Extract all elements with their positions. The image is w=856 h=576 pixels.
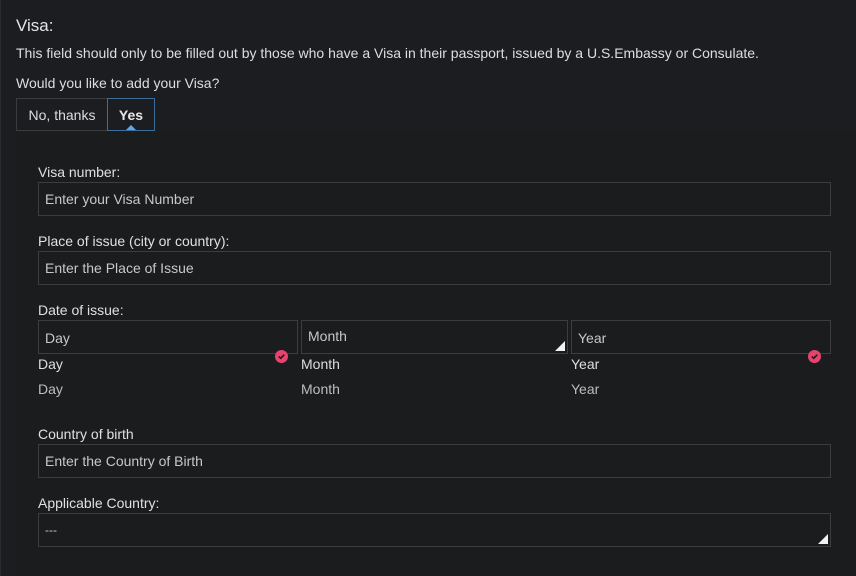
country-of-birth-input[interactable]: Enter the Country of Birth xyxy=(38,444,831,478)
visa-number-input[interactable]: Enter your Visa Number xyxy=(38,182,831,216)
year-option[interactable]: Year xyxy=(571,356,599,372)
left-border xyxy=(0,0,1,576)
day-option[interactable]: Day xyxy=(38,356,63,372)
section-title: Visa: xyxy=(16,16,54,35)
resize-handle-icon[interactable] xyxy=(818,534,828,544)
year-valid-check-icon xyxy=(808,350,821,363)
day-option[interactable]: Day xyxy=(38,381,63,397)
resize-handle-icon[interactable] xyxy=(555,341,565,351)
country-of-birth-label: Country of birth xyxy=(38,426,134,442)
section-description: This field should only to be filled out … xyxy=(16,45,759,61)
date-of-issue-label: Date of issue: xyxy=(38,302,124,318)
yes-button[interactable]: Yes xyxy=(107,98,155,131)
country-of-birth-placeholder: Enter the Country of Birth xyxy=(45,453,203,469)
place-of-issue-placeholder: Enter the Place of Issue xyxy=(45,260,194,276)
visa-number-label: Visa number: xyxy=(38,164,121,180)
place-of-issue-input[interactable]: Enter the Place of Issue xyxy=(38,251,831,285)
no-thanks-label: No, thanks xyxy=(28,106,96,123)
day-value: Day xyxy=(45,330,70,346)
day-select[interactable]: Day xyxy=(38,320,298,354)
month-option[interactable]: Month xyxy=(301,356,340,372)
visa-number-placeholder: Enter your Visa Number xyxy=(45,191,195,207)
applicable-country-label: Applicable Country: xyxy=(38,495,160,511)
place-of-issue-label: Place of issue (city or country): xyxy=(38,233,230,249)
no-thanks-button[interactable]: No, thanks xyxy=(16,98,108,131)
year-select[interactable]: Year xyxy=(571,320,831,354)
year-option[interactable]: Year xyxy=(571,381,599,397)
add-visa-question: Would you like to add your Visa? xyxy=(16,75,220,91)
month-value: Month xyxy=(308,328,347,344)
month-option[interactable]: Month xyxy=(301,381,340,397)
yes-label: Yes xyxy=(118,106,144,123)
month-select[interactable]: Month xyxy=(301,320,568,354)
year-value: Year xyxy=(578,330,607,346)
applicable-country-select[interactable]: --- xyxy=(38,513,831,547)
selected-caret-icon xyxy=(126,125,136,130)
applicable-country-value: --- xyxy=(45,523,57,537)
day-valid-check-icon xyxy=(275,350,288,363)
